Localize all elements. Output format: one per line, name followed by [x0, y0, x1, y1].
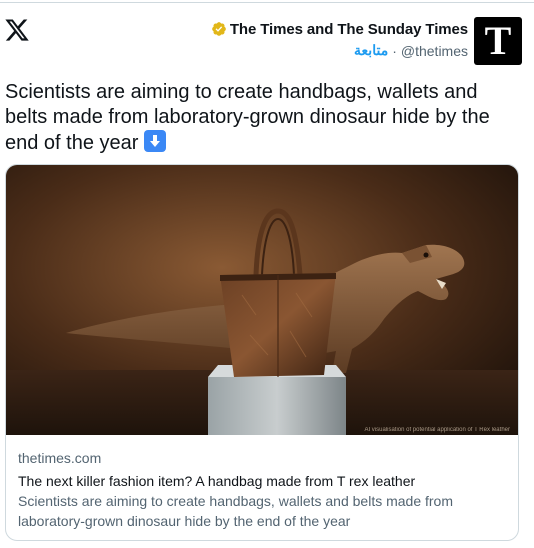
follow-button[interactable]: متابعة — [354, 42, 388, 59]
author-display-name[interactable]: The Times and The Sunday Times — [230, 21, 468, 38]
link-card[interactable]: AI visualisation of potential applicatio… — [5, 164, 519, 541]
card-image[interactable]: AI visualisation of potential applicatio… — [6, 165, 519, 435]
author-handle[interactable]: @thetimes — [401, 43, 468, 59]
verified-badge-icon — [211, 22, 226, 36]
tweet-body: Scientists are aiming to create handbags… — [5, 81, 490, 154]
separator-dot: · — [392, 42, 397, 59]
image-caption: AI visualisation of potential applicatio… — [364, 427, 510, 433]
card-title[interactable]: The next killer fashion item? A handbag … — [18, 471, 508, 491]
card-domain[interactable]: thetimes.com — [18, 447, 508, 469]
author-sub-row: متابعة · @thetimes — [354, 42, 468, 59]
down-arrow-emoji-icon — [144, 130, 166, 152]
top-divider — [0, 2, 534, 3]
avatar[interactable]: T — [474, 17, 522, 65]
author-info: The Times and The Sunday Times متابعة · … — [211, 17, 468, 59]
card-meta[interactable]: thetimes.com The next killer fashion ite… — [18, 447, 508, 531]
tweet-text: Scientists are aiming to create handbags… — [5, 80, 515, 156]
card-description[interactable]: Scientists are aiming to create handbags… — [18, 491, 508, 531]
tweet-header: The Times and The Sunday Times متابعة · … — [211, 17, 522, 65]
author-name-row[interactable]: The Times and The Sunday Times — [211, 17, 468, 41]
x-logo-icon[interactable] — [4, 17, 30, 43]
avatar-letter: T — [484, 18, 512, 63]
